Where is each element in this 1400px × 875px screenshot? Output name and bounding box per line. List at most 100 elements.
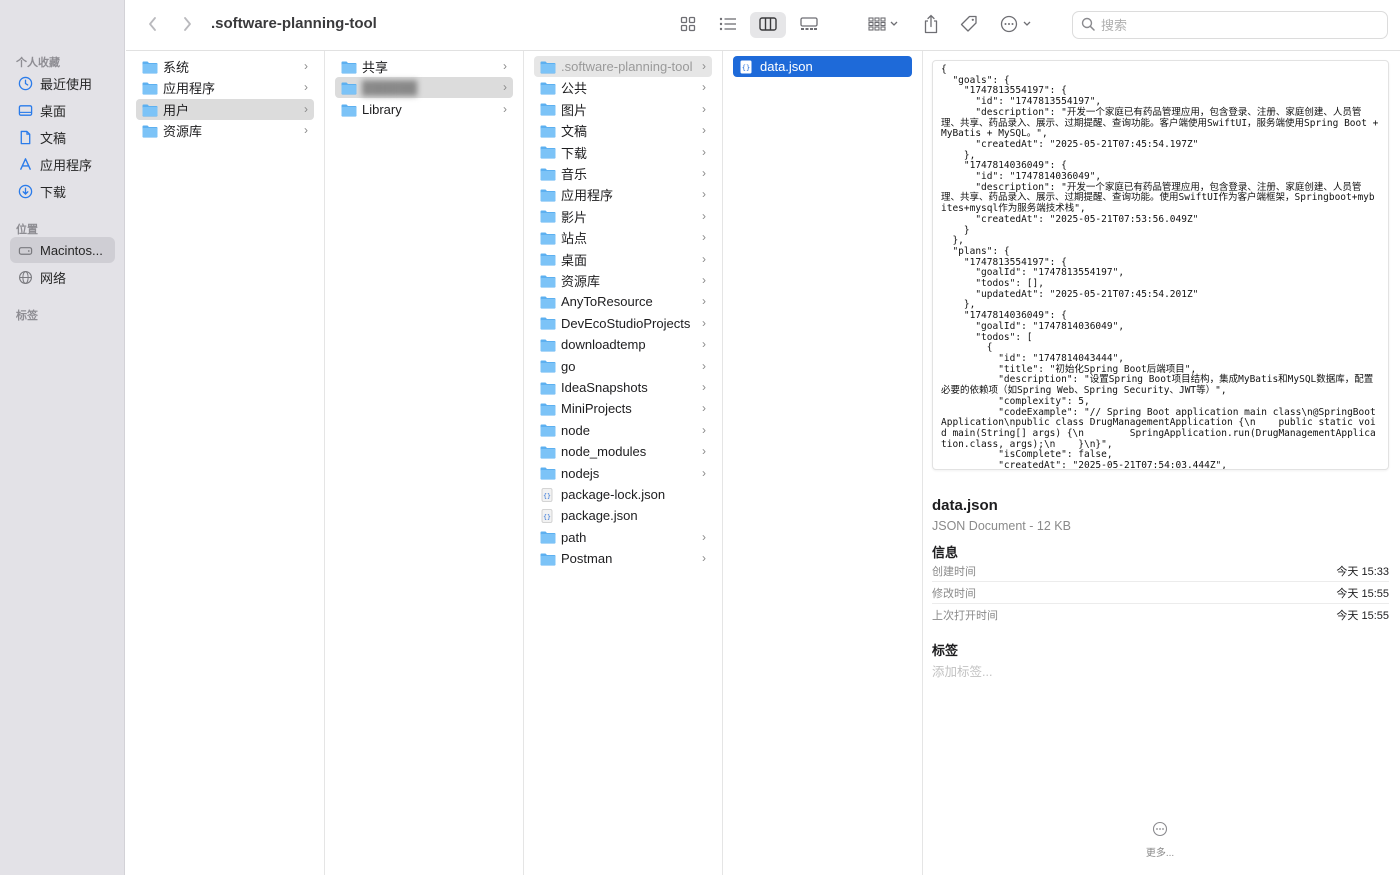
folder-item[interactable]: 音乐 › (534, 163, 712, 184)
folder-item[interactable]: AnyToResource › (534, 291, 712, 312)
folder-item[interactable]: DevEcoStudioProjects › (534, 313, 712, 334)
icon-view-button[interactable] (674, 12, 702, 38)
column-root: 系统 › 应用程序 › 用户 › 资源库 › (126, 51, 325, 875)
folder-item[interactable]: 共享 › (335, 56, 513, 77)
favorites-section-title: 个人收藏 (16, 57, 60, 69)
folder-item[interactable]: 资源库 › (534, 270, 712, 291)
folder-icon (540, 359, 556, 373)
applications-icon (17, 156, 33, 172)
info-row-modified: 修改时间 今天 15:55 (932, 582, 1389, 604)
folder-icon (540, 167, 556, 181)
more-circle-icon (1000, 15, 1034, 36)
folder-item[interactable]: 资源库 › (136, 120, 314, 141)
chevron-right-icon: › (304, 59, 308, 73)
gallery-icon (800, 16, 818, 34)
folder-item[interactable]: 影片 › (534, 206, 712, 227)
folder-item[interactable]: 下载 › (534, 142, 712, 163)
chevron-right-icon: › (702, 444, 706, 459)
sidebar-item-label: 下载 (40, 184, 67, 200)
item-label: 文稿 (561, 124, 588, 140)
file-item[interactable]: {} package-lock.json (534, 484, 712, 505)
file-preview-box[interactable]: { "goals": { "1747813554197": { "id": "1… (932, 60, 1389, 470)
back-button[interactable] (142, 12, 164, 38)
item-label: go (561, 358, 576, 374)
folder-item-selected[interactable]: 用户 › (136, 99, 314, 120)
folder-item[interactable]: path › (534, 527, 712, 548)
folder-item[interactable]: 文稿 › (534, 120, 712, 141)
download-icon (17, 183, 33, 199)
add-tags-field[interactable]: 添加标签... (932, 661, 992, 680)
folder-item[interactable]: node › (534, 420, 712, 441)
folder-item-selected[interactable]: ██████ › (335, 77, 513, 98)
folder-icon (540, 209, 556, 223)
search-input[interactable] (1101, 17, 1361, 33)
info-row-created: 创建时间 今天 15:33 (932, 560, 1389, 582)
search-icon (1081, 17, 1095, 34)
sidebar-item-downloads[interactable]: 下载 (10, 178, 115, 204)
folder-icon (540, 402, 556, 416)
list-view-button[interactable] (714, 12, 742, 38)
tag-button[interactable] (956, 12, 982, 38)
share-button[interactable] (918, 12, 944, 38)
folder-icon (142, 103, 158, 117)
chevron-right-icon: › (702, 123, 706, 138)
sidebar-item-label: 文稿 (40, 130, 67, 146)
sidebar-item-applications[interactable]: 应用程序 (10, 151, 115, 177)
sidebar-item-recents[interactable]: 最近使用 (10, 70, 115, 96)
file-item-selected[interactable]: {} data.json (733, 56, 912, 77)
folder-icon (540, 466, 556, 480)
chevron-right-icon: › (702, 101, 706, 116)
item-label: IdeaSnapshots (561, 380, 648, 395)
folder-item[interactable]: 桌面 › (534, 249, 712, 270)
folder-icon (540, 552, 556, 566)
folder-icon (540, 145, 556, 159)
folder-item-selected[interactable]: .software-planning-tool › (534, 56, 712, 77)
folder-item[interactable]: MiniProjects › (534, 398, 712, 419)
column-home: .software-planning-tool › 公共 › 图片 › 文稿 › 下载 › 音乐 › 应… (524, 51, 723, 875)
folder-item[interactable]: 系统 › (136, 56, 314, 77)
folder-icon (540, 338, 556, 352)
chevron-right-icon: › (304, 80, 308, 94)
chevron-right-icon: › (503, 80, 507, 94)
search-field[interactable] (1072, 11, 1388, 39)
group-button[interactable] (864, 12, 904, 38)
folder-item[interactable]: 图片 › (534, 99, 712, 120)
folder-item[interactable]: IdeaSnapshots › (534, 377, 712, 398)
grid-icon (680, 16, 696, 35)
action-menu-button[interactable] (998, 12, 1036, 38)
column-view-button[interactable] (750, 12, 786, 38)
forward-button[interactable] (176, 12, 198, 38)
svg-text:{}: {} (543, 513, 551, 521)
sidebar-item-macintosh-hd[interactable]: Macintos... (10, 237, 115, 263)
item-label: 应用程序 (561, 188, 614, 204)
folder-item[interactable]: 站点 › (534, 227, 712, 248)
more-label: 更多... (1145, 848, 1175, 859)
sidebar-item-documents[interactable]: 文稿 (10, 124, 115, 150)
chevron-right-icon: › (702, 187, 706, 202)
folder-item[interactable]: node_modules › (534, 441, 712, 462)
chevron-left-icon (147, 16, 159, 35)
folder-icon (540, 381, 556, 395)
more-button[interactable]: 更多... (1143, 821, 1177, 859)
folder-item[interactable]: 应用程序 › (534, 184, 712, 205)
folder-item[interactable]: downloadtemp › (534, 334, 712, 355)
chevron-right-icon: › (503, 102, 507, 116)
column-users: 共享 › ██████ › Library › (325, 51, 524, 875)
sidebar-item-network[interactable]: 网络 (10, 264, 115, 290)
clock-icon (17, 75, 33, 91)
file-item[interactable]: {} package.json (534, 505, 712, 526)
document-icon (17, 129, 33, 145)
chevron-right-icon: › (702, 294, 706, 309)
item-label: node (561, 422, 590, 438)
folder-item[interactable]: Library › (335, 99, 513, 120)
folder-icon (341, 103, 357, 117)
folder-item[interactable]: nodejs › (534, 463, 712, 484)
item-label: 音乐 (561, 167, 588, 182)
sidebar-item-desktop[interactable]: 桌面 (10, 97, 115, 123)
folder-item[interactable]: 公共 › (534, 77, 712, 98)
folder-item[interactable]: 应用程序 › (136, 77, 314, 98)
gallery-view-button[interactable] (794, 12, 824, 38)
sidebar: 个人收藏 最近使用 桌面 文稿 应用程序 下载 位置 Macintos... 网… (0, 0, 125, 875)
folder-item[interactable]: go › (534, 356, 712, 377)
folder-item[interactable]: Postman › (534, 548, 712, 569)
